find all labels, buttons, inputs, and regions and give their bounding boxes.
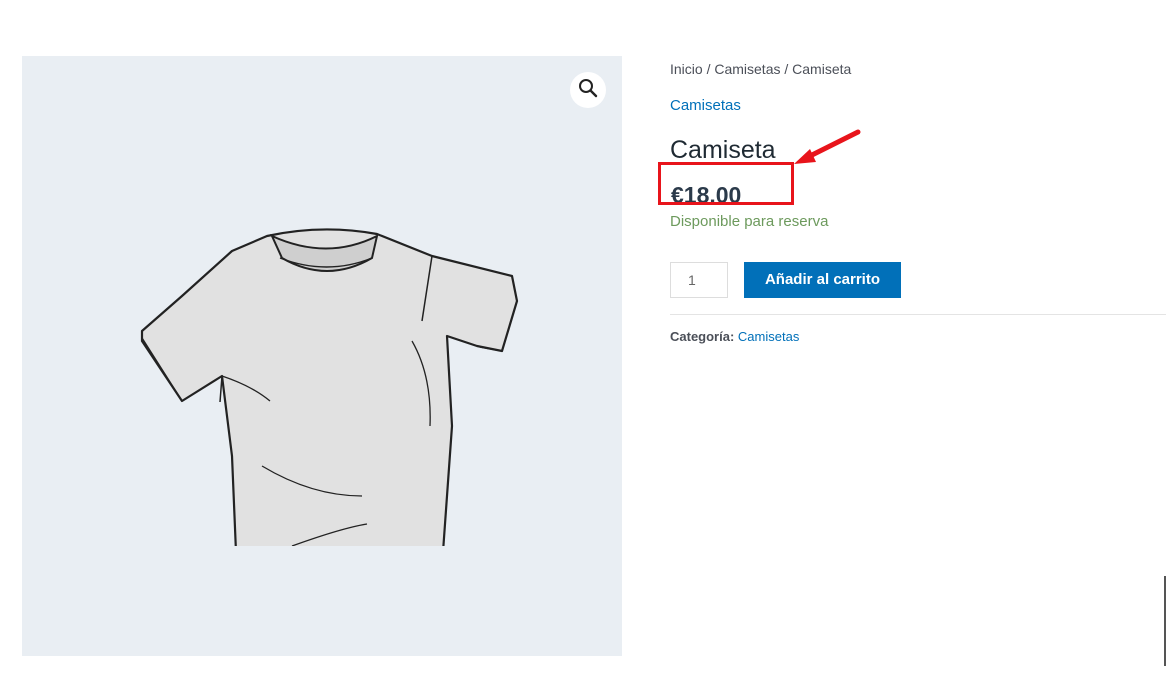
stock-status: Disponible para reserva: [670, 212, 829, 230]
magnifier-icon: [578, 78, 598, 103]
zoom-button[interactable]: [570, 72, 606, 108]
annotation-arrow: [794, 129, 861, 164]
category-meta-label: Categoría:: [670, 328, 735, 344]
category-meta-link[interactable]: Camisetas: [738, 329, 799, 344]
breadcrumb[interactable]: Inicio / Camisetas / Camiseta: [670, 60, 1166, 78]
category-link[interactable]: Camisetas: [670, 97, 1166, 115]
add-to-cart-form: Añadir al carrito: [670, 261, 1166, 298]
product-image[interactable]: [122, 166, 522, 546]
quantity-input[interactable]: [670, 261, 728, 298]
product-title: Camiseta: [670, 136, 776, 164]
price-highlight-box: [658, 162, 794, 205]
product-meta: Categoría: Camisetas: [670, 329, 1166, 345]
add-to-cart-button[interactable]: Añadir al carrito: [744, 261, 901, 298]
product-gallery: [22, 56, 622, 656]
divider: [670, 313, 1166, 315]
